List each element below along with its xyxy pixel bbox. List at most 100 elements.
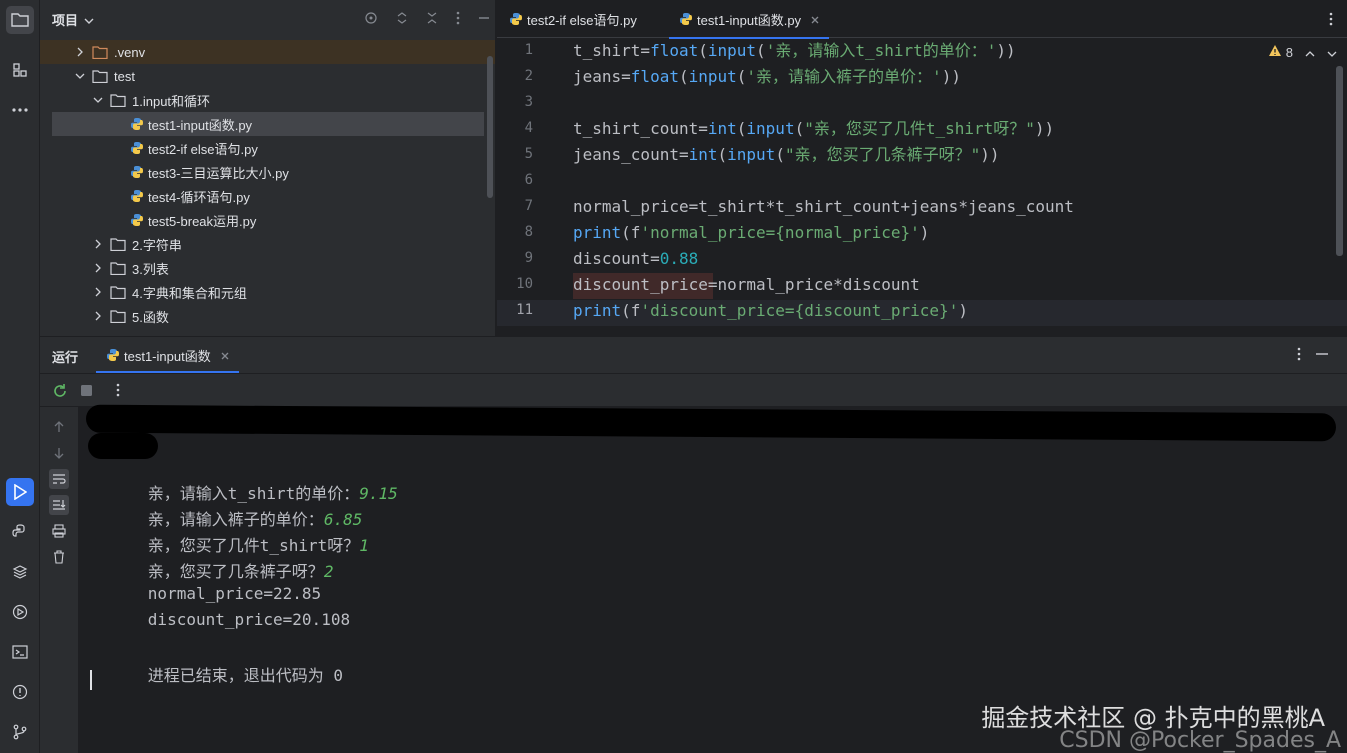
run-config-tab[interactable]: test1-input函数 xyxy=(96,337,239,373)
tree-item-test[interactable]: test xyxy=(74,64,135,88)
more-options-icon[interactable] xyxy=(116,383,120,400)
python-file-icon xyxy=(106,348,120,362)
scroll-to-end-icon[interactable] xyxy=(49,495,69,515)
python-file-icon xyxy=(130,213,144,227)
chevron-right-icon[interactable] xyxy=(92,287,104,297)
services-icon[interactable] xyxy=(6,598,34,626)
chevron-down-icon[interactable] xyxy=(92,97,104,103)
tree-item-lists[interactable]: 3.列表 xyxy=(92,256,169,280)
run-panel: 运行 test1-input函数 亲，请输入t_shirt的单价：9.15 亲，… xyxy=(40,336,1347,753)
close-icon[interactable] xyxy=(221,348,229,363)
redaction-mark xyxy=(88,433,158,459)
tree-item-label: 3.列表 xyxy=(132,261,169,277)
locate-icon[interactable] xyxy=(364,11,378,28)
scroll-up-icon[interactable] xyxy=(49,417,69,437)
git-icon[interactable] xyxy=(6,718,34,746)
console-exit-line: 进程已结束，退出代码为 0 xyxy=(147,666,344,685)
inspection-widget[interactable]: 8 xyxy=(1268,44,1337,60)
tab-test1[interactable]: test1-input函数.py xyxy=(669,0,830,39)
chevron-down-icon[interactable] xyxy=(1327,45,1337,60)
run-tab-label: test1-input函数 xyxy=(124,348,211,364)
chevron-down-icon[interactable] xyxy=(74,73,86,79)
line-number: 1 xyxy=(524,42,533,58)
editor-tab-bar: test2-if else语句.py test1-input函数.py xyxy=(497,0,1347,39)
tree-item-dicts[interactable]: 4.字典和集合和元组 xyxy=(92,280,247,304)
line-number: 6 xyxy=(524,172,533,188)
code-line[interactable]: discount=0.88 xyxy=(573,246,698,272)
code-line[interactable]: print(f'normal_price={normal_price}') xyxy=(573,220,929,246)
terminal-icon[interactable] xyxy=(6,638,34,666)
tree-item-test1[interactable]: test1-input函数.py xyxy=(52,112,484,136)
redaction-mark xyxy=(85,404,1337,442)
options-icon[interactable] xyxy=(456,11,460,28)
chevron-down-icon[interactable] xyxy=(84,12,94,27)
code-line[interactable]: jeans=float(input('亲，请输入裤子的单价：')) xyxy=(573,64,961,90)
stop-icon[interactable] xyxy=(80,384,93,400)
chevron-up-icon[interactable] xyxy=(1305,45,1315,60)
rerun-icon[interactable] xyxy=(52,383,68,402)
run-options-icon[interactable] xyxy=(1297,347,1301,364)
python-file-icon xyxy=(130,141,144,155)
print-icon[interactable] xyxy=(49,521,69,541)
tab-options-icon[interactable] xyxy=(1329,12,1333,29)
console-side-toolbar xyxy=(40,407,78,753)
line-number: 5 xyxy=(524,146,533,162)
tree-item-label: test2-if else语句.py xyxy=(148,141,258,157)
chevron-right-icon[interactable] xyxy=(74,47,86,57)
tree-item-label: 4.字典和集合和元组 xyxy=(132,285,247,301)
chevron-right-icon[interactable] xyxy=(92,263,104,273)
minimize-icon[interactable] xyxy=(478,11,490,28)
code-line[interactable]: print(f'discount_price={discount_price}'… xyxy=(573,298,968,324)
folder-icon xyxy=(92,45,108,59)
tree-item-label: 5.函数 xyxy=(132,309,169,325)
chevron-right-icon[interactable] xyxy=(92,239,104,249)
tree-item-test4[interactable]: test4-循环语句.py xyxy=(130,184,250,208)
tree-item-input-folder[interactable]: 1.input和循环 xyxy=(92,88,210,112)
tab-label: test2-if else语句.py xyxy=(527,12,637,28)
run-tool-icon[interactable] xyxy=(6,478,34,506)
soft-wrap-icon[interactable] xyxy=(49,469,69,489)
trash-icon[interactable] xyxy=(49,547,69,567)
tree-item-strings[interactable]: 2.字符串 xyxy=(92,232,182,256)
project-header: 项目 xyxy=(40,0,495,38)
more-tools-icon[interactable] xyxy=(6,96,34,124)
tree-item-venv[interactable]: .venv xyxy=(74,40,145,64)
tree-item-test5[interactable]: test5-break运用.py xyxy=(130,208,256,232)
tree-item-label: test5-break运用.py xyxy=(148,213,257,229)
warning-count: 8 xyxy=(1285,44,1293,60)
code-line[interactable]: discount_price=normal_price*discount xyxy=(573,272,920,298)
code-line[interactable]: normal_price=t_shirt*t_shirt_count+jeans… xyxy=(573,194,1074,220)
tree-item-label: test4-循环语句.py xyxy=(148,189,250,205)
chevron-right-icon[interactable] xyxy=(92,311,104,321)
python-file-icon xyxy=(130,189,144,203)
minimize-icon[interactable] xyxy=(1315,347,1329,364)
editor-scrollbar[interactable] xyxy=(1336,66,1343,256)
code-line[interactable]: t_shirt_count=int(input("亲，您买了几件t_shirt呀… xyxy=(573,116,1054,142)
scroll-down-icon[interactable] xyxy=(49,443,69,463)
expand-all-icon[interactable] xyxy=(396,11,408,28)
close-icon[interactable] xyxy=(811,12,819,27)
structure-tool-icon[interactable] xyxy=(6,56,34,84)
code-line[interactable]: jeans_count=int(input("亲，您买了几条裤子呀？")) xyxy=(573,142,1000,168)
project-tool-icon[interactable] xyxy=(6,6,34,34)
tree-item-functions[interactable]: 5.函数 xyxy=(92,304,169,328)
folder-icon xyxy=(110,309,126,323)
tree-item-label: .venv xyxy=(114,44,146,60)
python-console-icon[interactable] xyxy=(6,518,34,546)
tree-item-test2[interactable]: test2-if else语句.py xyxy=(130,136,258,160)
folder-icon xyxy=(110,285,126,299)
folder-icon xyxy=(110,261,126,275)
run-title: 运行 xyxy=(52,350,79,365)
watermark: CSDN @Pocker_Spades_A xyxy=(1059,728,1341,753)
layers-icon[interactable] xyxy=(6,558,34,586)
code-line[interactable]: t_shirt=float(input('亲，请输入t_shirt的单价：')) xyxy=(573,38,1016,64)
project-title[interactable]: 项目 xyxy=(52,10,78,29)
tree-item-test3[interactable]: test3-三目运算比大小.py xyxy=(130,160,289,184)
tab-test2[interactable]: test2-if else语句.py xyxy=(499,0,647,38)
line-number: 9 xyxy=(524,250,533,266)
problems-icon[interactable] xyxy=(6,678,34,706)
input-caret xyxy=(90,670,92,690)
line-number: 7 xyxy=(524,198,533,214)
run-header: 运行 test1-input函数 xyxy=(40,337,1347,373)
collapse-all-icon[interactable] xyxy=(426,11,438,28)
